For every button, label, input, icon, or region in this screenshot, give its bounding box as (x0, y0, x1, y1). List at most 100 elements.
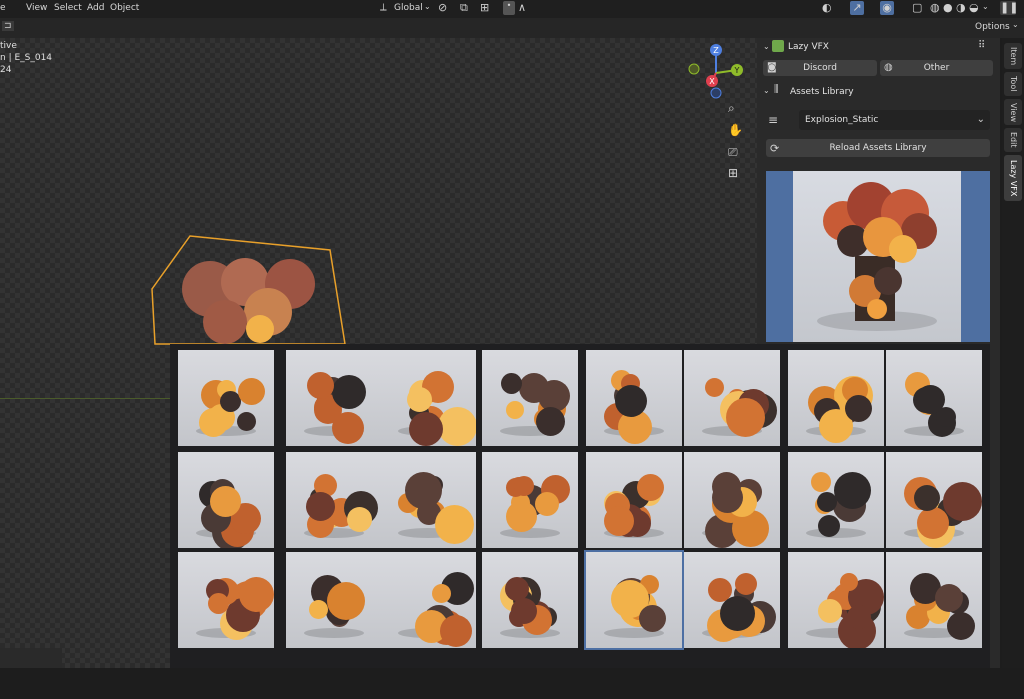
asset-thumbnail[interactable] (482, 552, 578, 648)
asset-thumbnail[interactable] (178, 552, 274, 648)
orientation-dropdown[interactable]: Global (394, 3, 423, 13)
reload-assets-button[interactable]: ⟳ Reload Assets Library (766, 139, 990, 157)
asset-thumbnail[interactable] (788, 350, 884, 446)
asset-thumbnail[interactable] (886, 452, 982, 548)
header-row: ⊐ Options ⌄ (0, 18, 1024, 38)
selected-explosion-object[interactable] (150, 234, 350, 354)
select-chevron-down-icon: ⌄ (976, 114, 985, 125)
asset-thumbnail[interactable] (380, 552, 476, 648)
asset-thumbnail[interactable] (482, 452, 578, 548)
asset-thumbnail[interactable] (886, 350, 982, 446)
explosion-smoke-blob (238, 378, 265, 405)
options-chevron-icon[interactable]: ⌄ (1012, 20, 1019, 29)
asset-thumbnail[interactable] (380, 350, 476, 446)
explosion-smoke-blob (834, 472, 871, 509)
assets-library-header: Assets Library (790, 87, 854, 97)
asset-thumbnail[interactable] (178, 452, 274, 548)
panel-drag-handle-icon[interactable]: ⠿ (978, 40, 985, 51)
asset-thumbnail[interactable] (178, 350, 274, 446)
wireframe-shading-icon[interactable]: ◍ (930, 1, 940, 14)
lazy-vfx-logo-icon (772, 40, 784, 52)
asset-preview-frame[interactable] (766, 171, 990, 342)
explosion-smoke-blob (239, 577, 274, 612)
gizmo-x-label: X (709, 77, 715, 86)
menu-edit[interactable]: e (0, 3, 6, 13)
tab-edit[interactable]: Edit (1004, 128, 1022, 152)
addon-title: Lazy VFX (788, 42, 829, 52)
explosion-smoke-blob (347, 507, 372, 532)
gizmo-toggle-icon[interactable]: ↗ (850, 1, 864, 15)
asset-thumbnail[interactable] (286, 552, 382, 648)
asset-thumbnail[interactable] (286, 350, 382, 446)
explosion-smoke-blob (726, 398, 765, 437)
explosion-smoke-blob (409, 412, 443, 446)
asset-thumbnail[interactable] (584, 550, 684, 650)
explosion-smoke-blob (847, 605, 871, 629)
navigation-gizmo[interactable]: Z Y X (686, 43, 746, 103)
explosion-smoke-blob (712, 482, 743, 513)
explosion-smoke-blob (917, 507, 949, 539)
pause-icon[interactable]: ❚❚ (1000, 1, 1018, 15)
zoom-icon[interactable]: ⌕ (728, 101, 735, 116)
asset-thumbnail[interactable] (684, 552, 780, 648)
asset-thumbnail[interactable] (586, 350, 682, 446)
explosion-smoke-blob (720, 596, 755, 631)
tab-tool[interactable]: Tool (1004, 72, 1022, 96)
visibility-icon[interactable]: ◐ (822, 1, 832, 14)
rendered-shading-icon[interactable]: ◒ (969, 1, 979, 14)
asset-thumbnail[interactable] (586, 452, 682, 548)
asset-thumbnail[interactable] (286, 452, 382, 548)
explosion-smoke-blob (615, 385, 647, 417)
asset-thumbnail[interactable] (684, 350, 780, 446)
refresh-icon: ⟳ (770, 142, 780, 155)
overlay-toggle-icon[interactable]: ◉ (880, 1, 894, 15)
explosion-smoke-blob (432, 584, 451, 603)
falloff-icon[interactable]: ∧ (518, 1, 526, 14)
snap-icon[interactable]: ⧉ (460, 1, 468, 15)
explosion-smoke-blob (438, 407, 476, 446)
pivot-icon[interactable]: ⊘ (438, 1, 447, 14)
asset-thumbnail[interactable] (684, 452, 780, 548)
status-bar-fragment (0, 648, 62, 668)
explosion-smoke-blob (705, 378, 724, 397)
asset-thumbnail[interactable] (380, 452, 476, 548)
tab-item[interactable]: Item (1004, 43, 1022, 69)
asset-thumbnail[interactable] (788, 552, 884, 648)
material-shading-icon[interactable]: ◑ (956, 1, 966, 14)
transform-orientation-icon: ⟂ (380, 2, 387, 13)
panel-collapse-chevron-icon[interactable]: ⌄ (763, 42, 770, 51)
hand-pan-icon[interactable]: ✋ (728, 123, 743, 137)
explosion-smoke-blob (845, 395, 872, 422)
asset-thumbnail[interactable] (788, 452, 884, 548)
asset-thumbnail[interactable] (482, 350, 578, 446)
asset-thumbnail-grid (170, 344, 990, 668)
info-frame-text: 24 (0, 65, 12, 75)
proportional-edit-icon[interactable]: • (503, 1, 515, 15)
menu-add[interactable]: Add (87, 3, 104, 13)
menu-select[interactable]: Select (54, 3, 82, 13)
explosion-preview-graphic (817, 182, 937, 331)
tab-view[interactable]: View (1004, 99, 1022, 125)
menu-view[interactable]: View (26, 3, 47, 13)
asset-thumbnail[interactable] (886, 552, 982, 648)
tab-lazy-vfx[interactable]: Lazy VFX (1004, 155, 1022, 201)
category-select[interactable]: Explosion_Static ⌄ (799, 110, 990, 130)
menu-object[interactable]: Object (110, 3, 139, 13)
explosion-smoke-blob (536, 407, 565, 436)
collapse-icon[interactable]: ⊐ (2, 21, 14, 31)
assets-collapse-chevron-icon[interactable]: ⌄ (763, 86, 770, 95)
shading-options-chevron-icon[interactable]: ⌄ (982, 2, 989, 11)
options-dropdown[interactable]: Options (975, 22, 1010, 32)
explosion-smoke-blob (208, 593, 229, 614)
camera-icon[interactable]: ⎚ (728, 145, 738, 160)
discord-button[interactable]: ◙ Discord (763, 60, 877, 76)
snap-target-icon[interactable]: ⊞ (480, 1, 489, 14)
xray-icon[interactable]: ▢ (912, 1, 922, 14)
ortho-grid-icon[interactable]: ⊞ (728, 166, 738, 180)
other-button[interactable]: ◍ Other (880, 60, 993, 76)
explosion-smoke-blob (947, 612, 975, 640)
explosion-smoke-blob (735, 573, 757, 595)
explosion-smoke-blob (435, 505, 474, 544)
solid-shading-icon[interactable]: ● (943, 1, 953, 14)
discord-button-label: Discord (803, 63, 837, 73)
